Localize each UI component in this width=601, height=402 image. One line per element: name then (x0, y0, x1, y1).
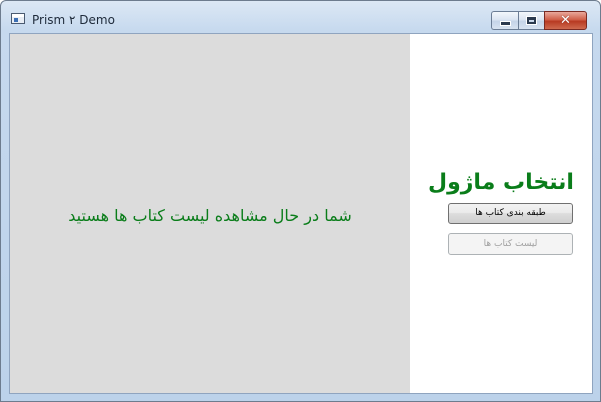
window-title: Prism ۲ Demo (32, 13, 115, 27)
client-area: شما در حال مشاهده لیست کتاب ها هستید انت… (9, 33, 593, 394)
close-icon: ✕ (560, 13, 571, 28)
close-button[interactable]: ✕ (544, 11, 587, 30)
book-list-button[interactable]: لیست کتاب ها (448, 233, 573, 255)
module-selection-panel: انتخاب ماژول طبقه بندی کتاب ها لیست کتاب… (410, 34, 592, 393)
title-bar[interactable]: Prism ۲ Demo ✕ (1, 1, 600, 33)
minimize-button[interactable] (491, 11, 518, 30)
book-categories-button[interactable]: طبقه بندی کتاب ها (448, 203, 573, 224)
window-controls: ✕ (491, 11, 587, 30)
app-window: Prism ۲ Demo ✕ شما در حال مشاهده لیست کت… (0, 0, 601, 402)
module-selection-title: انتخاب ماژول (428, 170, 574, 195)
minimize-icon (499, 21, 511, 26)
maximize-button[interactable] (518, 11, 544, 30)
maximize-icon (526, 16, 537, 25)
content-region: شما در حال مشاهده لیست کتاب ها هستید (10, 34, 410, 393)
book-list-message: شما در حال مشاهده لیست کتاب ها هستید (68, 206, 352, 225)
app-window-icon[interactable] (11, 13, 25, 24)
